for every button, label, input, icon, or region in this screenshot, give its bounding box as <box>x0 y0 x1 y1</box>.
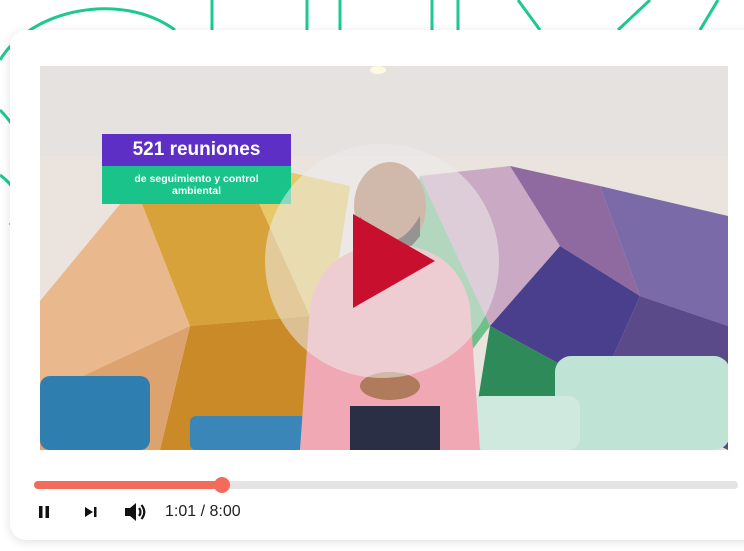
pause-button[interactable] <box>34 500 54 524</box>
overlay-subtitle: de seguimiento y control ambiental <box>102 166 291 204</box>
play-icon <box>353 214 435 308</box>
overlay-subtitle-text: de seguimiento y control ambiental <box>134 173 259 197</box>
play-button[interactable] <box>265 144 499 378</box>
skip-next-button[interactable] <box>81 500 101 524</box>
progress-bar[interactable] <box>34 477 738 493</box>
overlay-title: 521 reuniones <box>102 134 291 166</box>
progress-fill <box>34 481 222 489</box>
volume-button[interactable] <box>122 500 150 524</box>
player-controls: 1:01 / 8:00 <box>34 500 434 524</box>
skip-next-icon <box>85 507 97 517</box>
volume-icon <box>125 503 146 521</box>
progress-scrubber-handle[interactable] <box>214 477 230 493</box>
time-display: 1:01 / 8:00 <box>165 503 241 520</box>
video-frame[interactable]: 521 reuniones de seguimiento y control a… <box>40 66 728 450</box>
pause-icon <box>39 506 49 518</box>
